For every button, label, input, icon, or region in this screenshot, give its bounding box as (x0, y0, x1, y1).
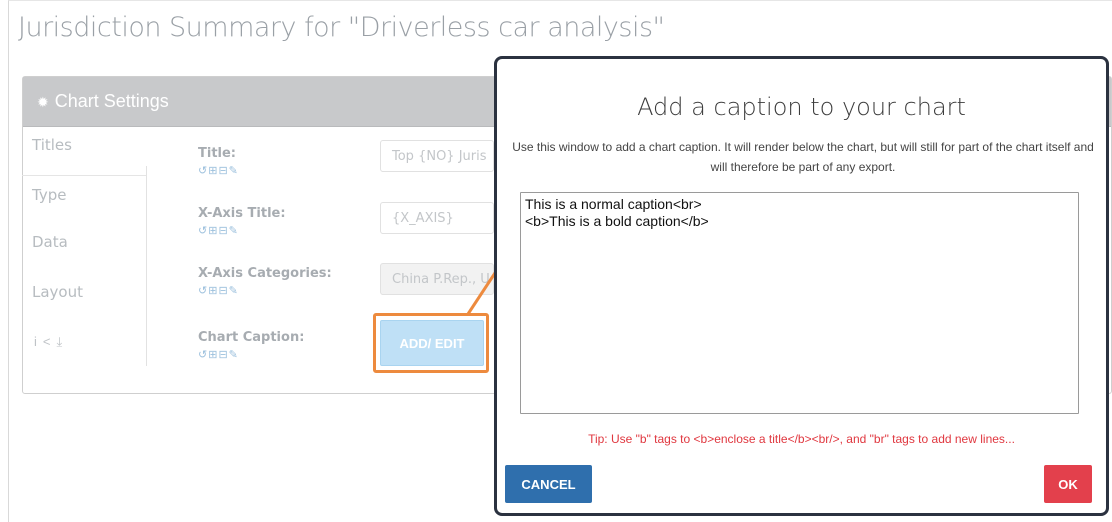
modal-title: Add a caption to your chart (637, 93, 966, 121)
modal-tip: Tip: Use "b" tags to <b>enclose a title<… (588, 432, 1015, 446)
caption-modal: Add a caption to your chart Use this win… (494, 56, 1109, 516)
cancel-button[interactable]: CANCEL (505, 465, 592, 503)
ok-button[interactable]: OK (1044, 465, 1092, 503)
caption-textarea[interactable]: This is a normal caption<br> <b>This is … (520, 192, 1079, 414)
modal-description: Use this window to add a chart caption. … (512, 140, 1094, 174)
